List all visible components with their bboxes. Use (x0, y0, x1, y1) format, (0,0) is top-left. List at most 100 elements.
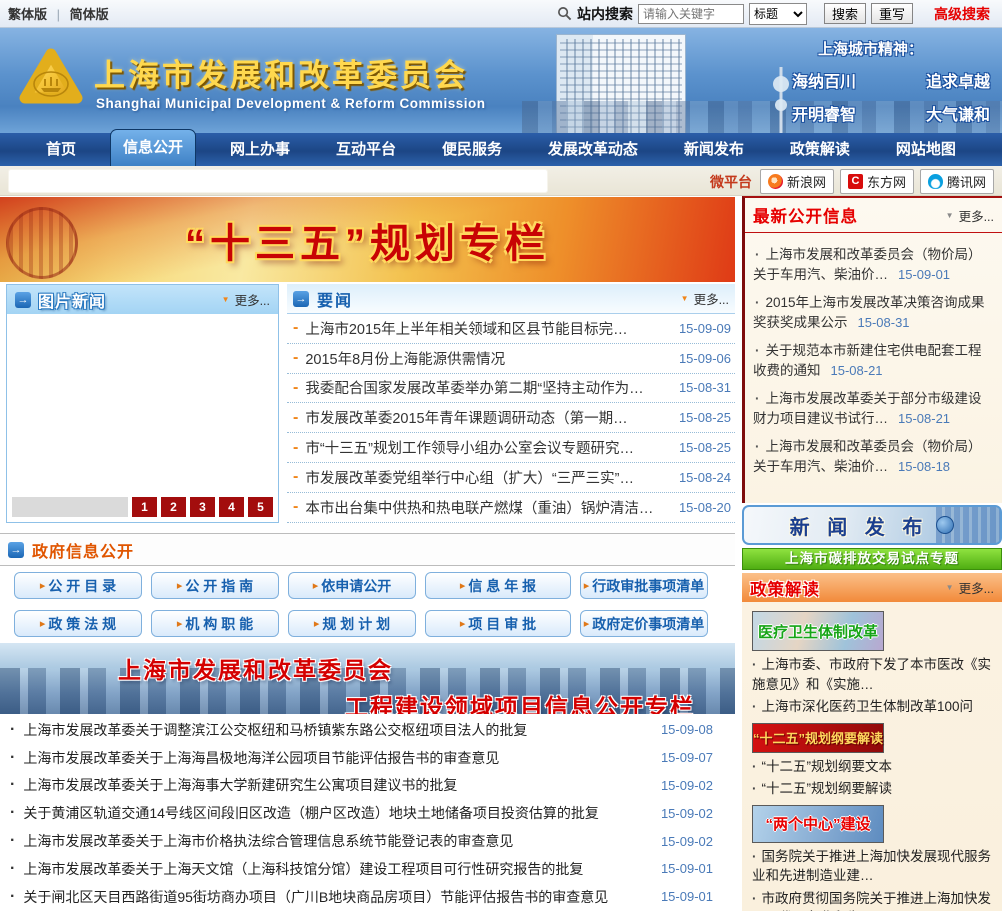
project-news-link[interactable]: 关于黄浦区轨道交通14号线区间段旧区改造（棚户区改造）地块土地储备项目投资估算的… (23, 803, 599, 823)
policy-entry[interactable]: “两个中心”建设 (752, 804, 884, 843)
project-news-date: 15-09-02 (660, 833, 713, 849)
micro-platform-label: 微平台 (709, 173, 752, 190)
pagination-number[interactable]: 4 (219, 497, 244, 517)
policy-entry[interactable]: “十二五”规划纲要解读 (752, 722, 884, 753)
info-date: 15-09-01 (898, 266, 951, 282)
gov-info-button[interactable]: 依申请公开 (288, 572, 416, 599)
traditional-chinese-link[interactable]: 繁体版 (8, 7, 47, 22)
gov-info-button[interactable]: 信 息 年 报 (425, 572, 571, 599)
project-news-date: 15-09-02 (660, 805, 713, 821)
policy-entry[interactable]: 医疗卫生体制改革 (752, 611, 884, 651)
page-root: 繁体版 | 简体版 站内搜索 标题 搜索 重写 高级搜索 (0, 0, 1002, 911)
city-spirit-title: 上海城市精神： (818, 41, 924, 58)
policy-entry[interactable]: 市政府贯彻国务院关于推进上海加快发展现代服务业和先… (752, 889, 992, 911)
reset-button[interactable]: 重写 (870, 3, 913, 24)
gov-info-button[interactable]: 政 策 法 规 (14, 610, 142, 637)
city-spirit-phrase: 开明睿智 (792, 107, 857, 124)
advanced-search-link[interactable]: 高级搜索 (934, 4, 990, 24)
search-button[interactable]: 搜索 (823, 3, 866, 24)
site-subtitle: Shanghai Municipal Development & Reform … (96, 96, 486, 111)
news-list-item: 2015年8月份上海能源供需情况 15-09-06 (287, 344, 735, 374)
news-link[interactable]: 上海市2015年上半年相关领域和区县节能目标完… (305, 318, 627, 339)
search-input[interactable] (637, 3, 744, 24)
news-link[interactable]: 我委配合国家发展改革委举办第二期“坚持主动作为… (305, 377, 643, 398)
policy-entry[interactable]: 上海市委、市政府下发了本市医改《实施意见》和《实施… (752, 655, 992, 694)
project-news-link[interactable]: 关于闸北区天目西路街道95街坊商办项目（广川B地块商品房项目）节能评估报告书的审… (23, 887, 608, 907)
social-link[interactable]: 新浪网 (759, 169, 834, 194)
pearl-tower-icon (773, 67, 789, 133)
policy-entry[interactable]: “十二五”规划纲要解读 (752, 779, 992, 799)
project-news-list: 上海市发展改革委关于调整滨江公交枢纽和马桥镇紫东路公交枢纽项目法人的批复 15-… (6, 716, 735, 911)
arrow-badge-icon: → (293, 290, 309, 307)
social-link[interactable]: 东方网 (839, 169, 914, 194)
project-disclosure-banner[interactable]: 上海市发展和改革委员会 工程建设领域项目信息公开专栏 (0, 643, 735, 714)
project-news-date: 15-09-02 (660, 777, 713, 793)
pagination-number[interactable]: 3 (190, 497, 215, 517)
gov-info-button[interactable]: 公 开 指 南 (151, 572, 279, 599)
news-date: 15-08-25 (678, 410, 731, 426)
more-arrow-icon: ▼ (945, 583, 954, 592)
gov-info-button[interactable]: 规 划 计 划 (288, 610, 416, 637)
project-news-link[interactable]: 上海市发展改革委关于调整滨江公交枢纽和马桥镇紫东路公交枢纽项目法人的批复 (23, 720, 527, 740)
social-link[interactable]: 腾讯网 (919, 169, 994, 194)
news-list-item: 市“十三五”规划工作领导小组办公室会议专题研究… 15-08-25 (287, 433, 735, 463)
photo-news-slideshow[interactable]: 1 2 3 4 5 (7, 314, 278, 522)
news-date: 15-08-31 (678, 380, 731, 396)
city-spirit-phrase: 追求卓越 (925, 74, 990, 91)
project-news-link[interactable]: 上海市发展改革委关于上海天文馆（上海科技馆分馆）建设工程项目可行性研究报告的批复 (23, 859, 583, 879)
policy-entry[interactable]: 国务院关于推进上海加快发展现代服务业和先进制造业建… (752, 847, 992, 886)
news-list-item: 本市出台集中供热和热电联产燃煤（重油）锅炉清洁… 15-08-20 (287, 493, 735, 523)
sub-header-strip: 微平台 新浪网 东方网 腾讯网 (0, 166, 1002, 196)
gov-info-button[interactable]: 行政审批事项清单 (580, 572, 708, 599)
slideshow-pagination: 1 2 3 4 5 (12, 497, 273, 517)
news-link[interactable]: 2015年8月份上海能源供需情况 (305, 348, 505, 369)
gov-info-button[interactable]: 项 目 审 批 (425, 610, 571, 637)
policy-more-link[interactable]: ▼ 更多... (946, 578, 994, 597)
policy-entry[interactable]: “十二五”规划纲要文本 (752, 757, 992, 777)
nav-item[interactable]: 政策解读 (778, 133, 862, 166)
five-year-plan-banner[interactable]: “十三五”规划专栏 (0, 197, 735, 282)
gov-info-button[interactable]: 机 构 职 能 (151, 610, 279, 637)
nav-item[interactable]: 信息公开 (109, 129, 196, 167)
pagination-number[interactable]: 1 (132, 497, 157, 517)
news-release-banner[interactable]: 新 闻 发 布 (742, 505, 1002, 545)
pagination-number[interactable]: 2 (161, 497, 186, 517)
latest-info-more-link[interactable]: ▼ 更多... (946, 206, 994, 225)
nav-item[interactable]: 首页 (34, 133, 88, 166)
nav-item[interactable]: 新闻发布 (672, 133, 756, 166)
project-news-date: 15-09-07 (660, 750, 713, 766)
news-date: 15-09-09 (678, 320, 731, 336)
simplified-chinese-link[interactable]: 简体版 (70, 7, 109, 22)
news-link[interactable]: 市发展改革委2015年青年课题调研动态（第一期… (305, 407, 627, 428)
news-link[interactable]: 市发展改革委党组举行中心组（扩大）“三严三实”… (305, 467, 634, 488)
info-date: 15-08-21 (898, 410, 951, 426)
project-banner-line2: 工程建设领域项目信息公开专栏 (345, 694, 695, 714)
photo-news-more-link[interactable]: ▼ 更多... (222, 290, 270, 309)
important-news-more-link[interactable]: ▼ 更多... (681, 289, 729, 308)
nav-item[interactable]: 发展改革动态 (536, 133, 650, 166)
nav-item[interactable]: 便民服务 (430, 133, 514, 166)
news-link[interactable]: 本市出台集中供热和热电联产燃煤（重油）锅炉清洁… (305, 497, 653, 518)
project-news-item: 上海市发展改革委关于上海海事大学新建研究生公寓项目建议书的批复 15-09-02 (6, 772, 735, 800)
search-category-select[interactable]: 标题 (748, 2, 807, 25)
nav-item[interactable]: 互动平台 (324, 133, 408, 166)
site-search: 站内搜索 标题 搜索 重写 高级搜索 (557, 2, 994, 25)
policy-entry[interactable]: 上海市深化医药卫生体制改革100问 (752, 697, 992, 717)
photo-news-panel: → 图片新闻 ▼ 更多... 1 2 3 4 5 (6, 284, 279, 523)
news-link[interactable]: 市“十三五”规划工作领导小组办公室会议专题研究… (305, 437, 634, 458)
city-spirit-block: 上海城市精神： 海纳百川 追求卓越 开明睿智 大气谦和 (792, 38, 990, 125)
project-news-link[interactable]: 上海市发展改革委关于上海海昌极地海洋公园项目节能评估报告书的审查意见 (23, 748, 499, 768)
info-date: 15-08-31 (857, 314, 910, 330)
nav-item[interactable]: 网上办事 (218, 133, 302, 166)
important-news-list: 上海市2015年上半年相关领域和区县节能目标完… 15-09-09 2015年8… (287, 314, 735, 523)
project-news-link[interactable]: 上海市发展改革委关于上海市价格执法综合管理信息系统节能登记表的审查意见 (23, 831, 513, 851)
nav-item[interactable]: 网站地图 (884, 133, 968, 166)
project-news-link[interactable]: 上海市发展改革委关于上海海事大学新建研究生公寓项目建议书的批复 (23, 775, 457, 795)
social-site-name: 东方网 (866, 175, 906, 190)
gov-info-button[interactable]: 公 开 目 录 (14, 572, 142, 599)
info-list-item: 上海市发展和改革委员会（物价局）关于车用汽、柴油价…15-09-01 (753, 245, 994, 284)
language-switcher: 繁体版 | 简体版 (8, 4, 109, 23)
gov-info-button[interactable]: 政府定价事项清单 (580, 610, 708, 637)
pagination-number[interactable]: 5 (248, 497, 273, 517)
carbon-trading-banner[interactable]: 上海市碳排放交易试点专题 (742, 548, 1002, 570)
